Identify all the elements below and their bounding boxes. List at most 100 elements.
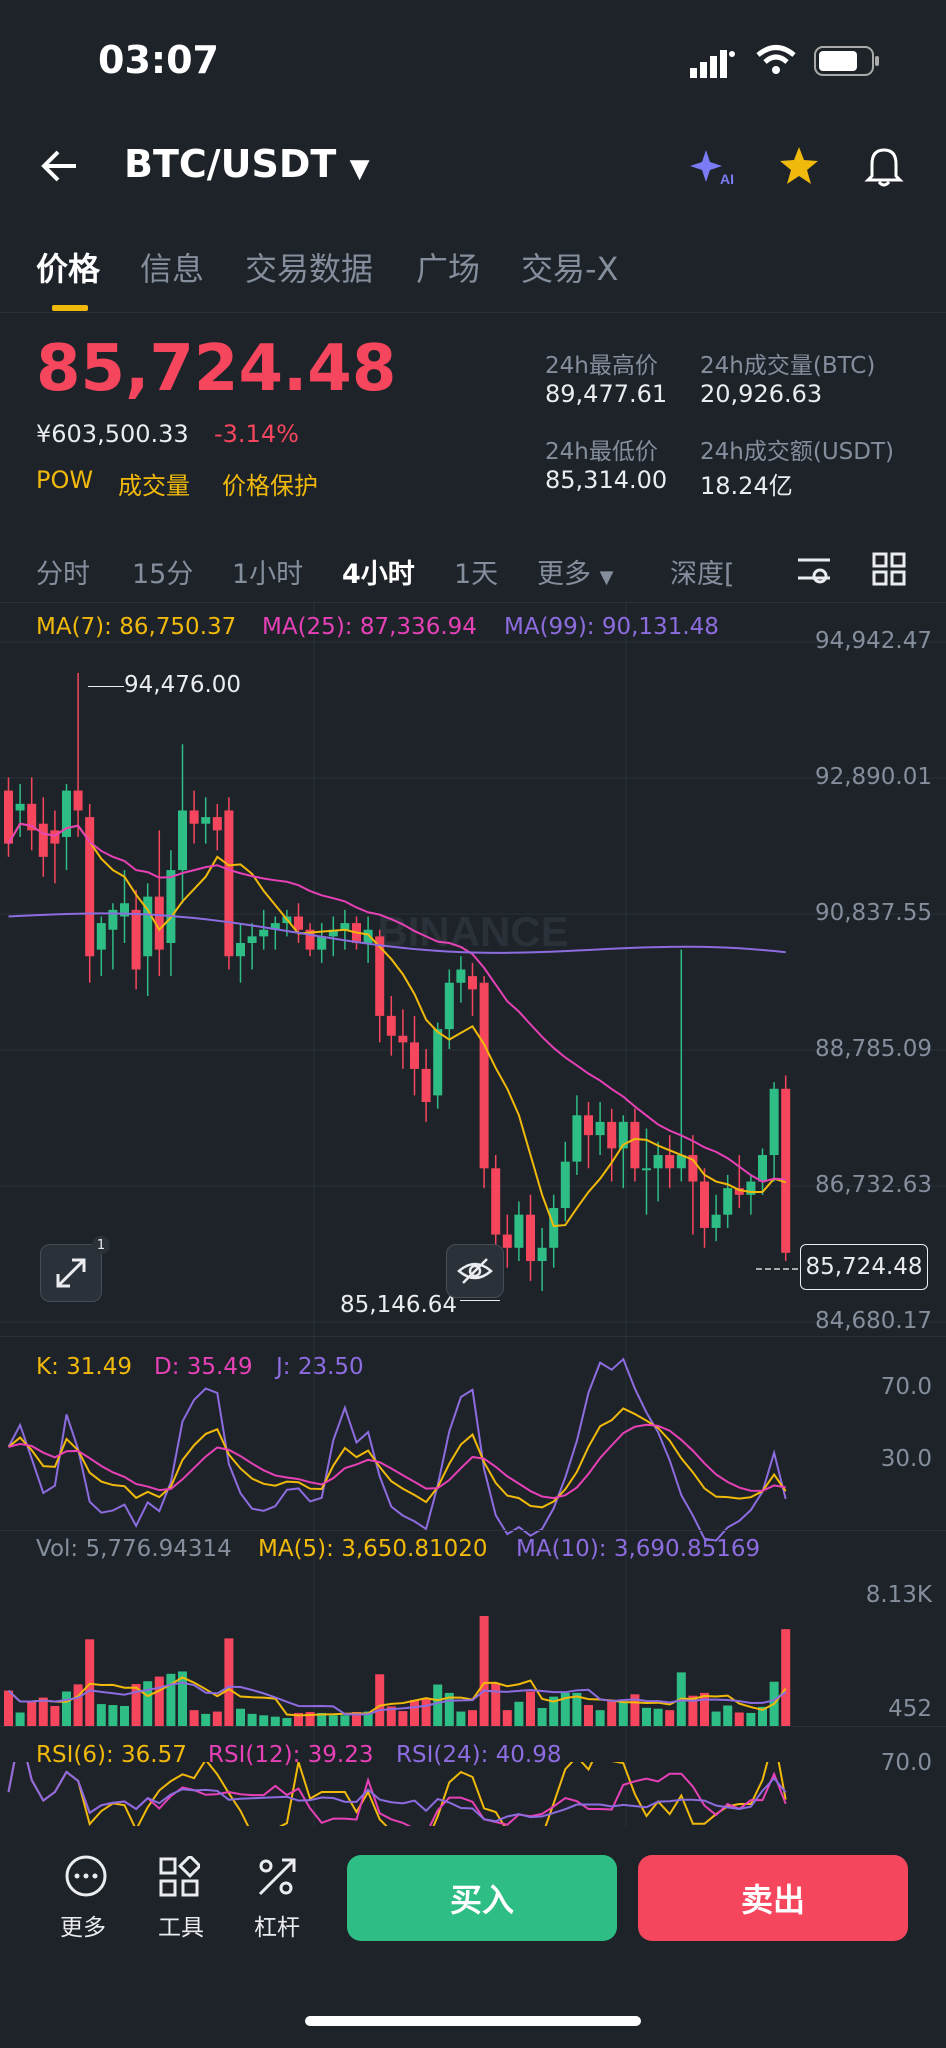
volume-bar (375, 1674, 385, 1726)
current-price-dash (756, 1268, 798, 1270)
candle-body (50, 830, 60, 844)
candle-body (560, 1161, 570, 1209)
candle-body (73, 790, 83, 811)
candle-body (723, 1188, 733, 1215)
tag-pow[interactable]: POW (36, 466, 93, 494)
volume-bar (618, 1701, 628, 1726)
buy-button[interactable]: 买入 (347, 1855, 617, 1941)
candle-body (758, 1155, 767, 1182)
signal-icon (690, 48, 738, 82)
hide-button[interactable] (446, 1244, 504, 1298)
tf-more-label: 更多 (537, 559, 591, 590)
kline-chart[interactable]: BINANCE (0, 602, 946, 1832)
volume-bar (62, 1691, 71, 1726)
tab-square[interactable]: 广场 (416, 244, 480, 290)
tag-volume[interactable]: 成交量 (118, 466, 190, 501)
ma25-legend: MA(25): 87,336.94 (262, 614, 477, 640)
tag-price-protect[interactable]: 价格保护 (222, 466, 318, 501)
leverage-icon (258, 1858, 296, 1896)
tf-depth[interactable]: 深度[ (670, 552, 735, 591)
kdj-axis-label: 70.0 (880, 1374, 932, 1400)
tab-price[interactable]: 价格 (36, 244, 100, 290)
more-button[interactable] (56, 1854, 116, 1902)
volume-bar (50, 1705, 60, 1726)
ai-sparkle-icon[interactable]: AI (690, 146, 736, 190)
eye-off-icon (457, 1258, 493, 1284)
volume-bar (328, 1715, 338, 1726)
tf-more[interactable]: 更多 ▼ (537, 552, 613, 591)
chevron-down-icon: ▼ (349, 154, 370, 184)
candle-body (630, 1121, 640, 1169)
bell-icon[interactable] (864, 144, 904, 192)
high-marker: 94,476.00 (124, 672, 242, 698)
rsi24-legend: RSI(24): 40.98 (396, 1742, 562, 1768)
low-label: 24h最低价 (545, 439, 658, 465)
candle-body (224, 810, 234, 957)
vol-legend: Vol: 5,776.94314 (36, 1536, 232, 1562)
candle-body (294, 916, 303, 930)
candle-body (236, 942, 245, 957)
volume-bar (247, 1713, 257, 1726)
volume-bar (433, 1684, 443, 1726)
candle-body (375, 936, 385, 1016)
price-axis-label: 84,680.17 (814, 1308, 932, 1334)
candle-body (259, 929, 269, 937)
status-time: 03:07 (98, 38, 219, 82)
price-axis-label: 94,942.47 (814, 628, 932, 654)
volume-bar (189, 1710, 199, 1726)
volume-bar (711, 1711, 721, 1726)
leverage-button[interactable] (256, 1856, 298, 1902)
volume-bar (108, 1705, 118, 1726)
tf-15m[interactable]: 15分 (132, 552, 193, 591)
kdj-d-legend: D: 35.49 (154, 1354, 253, 1380)
candle-body (212, 817, 222, 831)
candle-body (398, 1035, 408, 1043)
ma99-legend: MA(99): 90,131.48 (504, 614, 719, 640)
tf-1h[interactable]: 1小时 (232, 552, 303, 591)
sell-button[interactable]: 卖出 (638, 1855, 908, 1941)
back-button[interactable] (40, 146, 80, 190)
volume-bar (723, 1705, 733, 1726)
tab-info[interactable]: 信息 (140, 244, 204, 290)
volume-bar (236, 1708, 245, 1726)
star-icon[interactable] (778, 146, 820, 190)
tf-line[interactable]: 分时 (36, 552, 90, 591)
low-marker: 85,146.64 (340, 1292, 458, 1318)
volume-bar (514, 1701, 524, 1726)
volume-bar (456, 1711, 466, 1726)
pair-selector[interactable]: BTC/USDT ▼ (124, 142, 370, 186)
volume-bar (270, 1716, 280, 1726)
candle-body (572, 1115, 582, 1162)
candle-body (247, 936, 257, 943)
kdj-divider (0, 1336, 946, 1337)
candle-body (456, 969, 466, 983)
price-change: -3.14% (214, 420, 299, 448)
wifi-icon (756, 44, 796, 80)
candle-body (468, 976, 477, 990)
tf-4h[interactable]: 4小时 (342, 552, 415, 591)
fullscreen-button[interactable] (40, 1244, 102, 1302)
volume-bar (38, 1697, 48, 1726)
tools-button[interactable] (158, 1853, 203, 1902)
volume-bar (746, 1712, 756, 1726)
last-price: 85,724.48 (36, 332, 397, 406)
volume-bar (120, 1705, 129, 1726)
volume-bar (398, 1711, 408, 1726)
tf-1d[interactable]: 1天 (454, 552, 498, 591)
vol-usdt-value: 18.24亿 (700, 472, 793, 500)
volume-bar (154, 1676, 164, 1726)
kdj-j-legend: J: 23.50 (276, 1354, 364, 1380)
volume-bar (27, 1701, 37, 1726)
candle-body (317, 936, 327, 950)
candle-body (38, 823, 48, 857)
overlay-badge: 1 (92, 1236, 110, 1254)
rsi-divider (0, 1726, 946, 1727)
chart-settings-icon[interactable] (796, 552, 832, 590)
grid-layout-icon[interactable] (872, 552, 906, 590)
candle-body (4, 790, 13, 844)
tools-icon (159, 1853, 203, 1897)
tab-trading-data[interactable]: 交易数据 (245, 244, 373, 290)
candle-body (781, 1088, 791, 1253)
tab-trade-x[interactable]: 交易-X (521, 244, 618, 290)
vol-btc-value: 20,926.63 (700, 380, 823, 408)
